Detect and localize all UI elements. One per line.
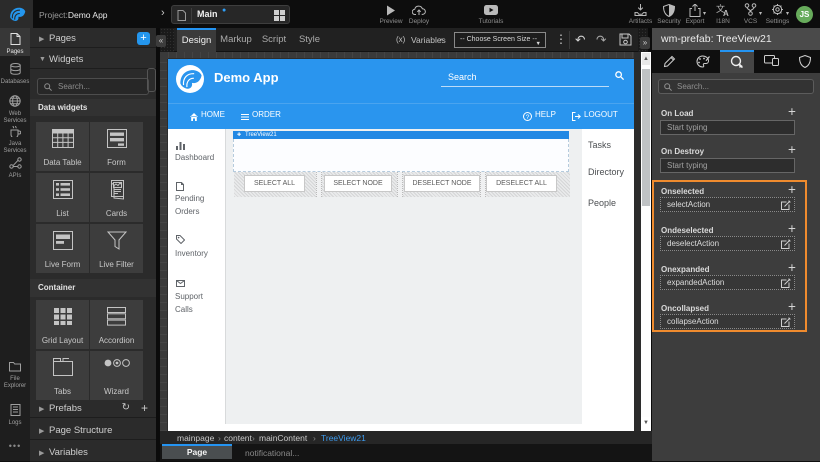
svg-text:A: A	[723, 9, 729, 17]
svg-text:?: ?	[526, 114, 530, 121]
